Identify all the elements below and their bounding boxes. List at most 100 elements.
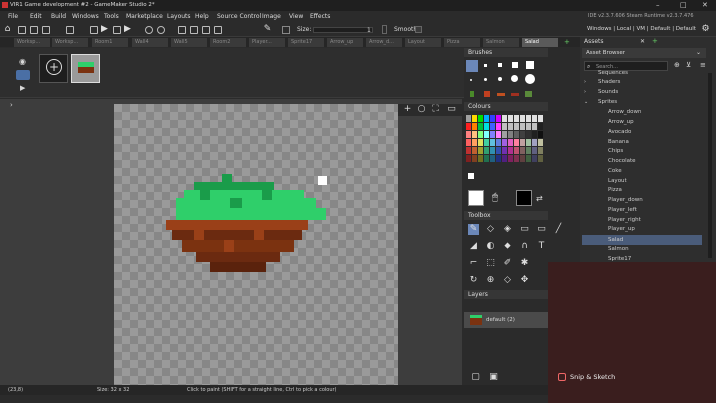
swap-colours-icon[interactable]: ⇄ <box>536 194 543 203</box>
gradient-tool-icon[interactable]: ◢ <box>468 241 479 252</box>
fill-tool-icon[interactable]: ◈ <box>502 224 513 235</box>
colour-palette[interactable] <box>466 115 578 175</box>
tab-workspace2[interactable]: Worksp... <box>52 38 88 47</box>
colour-swatch[interactable] <box>496 123 501 130</box>
tab-salad[interactable]: Salad <box>522 38 558 47</box>
colour-swatch[interactable] <box>466 155 471 162</box>
menu-source-control[interactable]: Source Control <box>217 13 261 20</box>
debug-icon[interactable]: ▶ <box>122 24 133 35</box>
zoom-actual-icon[interactable]: ○ <box>416 104 427 115</box>
colour-swatch[interactable] <box>520 147 525 154</box>
colour-swatch[interactable] <box>526 123 531 130</box>
smudge-tool-icon[interactable]: ◐ <box>485 241 496 252</box>
sprite-item[interactable]: Player_up <box>608 226 635 232</box>
colour-swatch[interactable] <box>526 139 531 146</box>
loop-icon[interactable] <box>16 70 30 80</box>
colour-swatch[interactable] <box>478 123 483 130</box>
menu-marketplace[interactable]: Marketplace <box>126 13 163 20</box>
colour-swatch[interactable] <box>508 147 513 154</box>
add-layer-folder-icon[interactable]: ▣ <box>488 372 499 383</box>
tab-salmon[interactable]: Salmon <box>483 38 519 47</box>
close-button[interactable]: ✕ <box>702 1 708 9</box>
colour-swatch[interactable] <box>466 131 471 138</box>
colour-swatch[interactable] <box>484 115 489 122</box>
tab-arrow-down[interactable]: Arrow_d... <box>366 38 402 47</box>
menu-view[interactable]: View <box>289 13 303 20</box>
primary-colour[interactable] <box>468 190 484 206</box>
assets-tab[interactable]: Assets <box>584 38 604 45</box>
colour-swatch[interactable] <box>520 115 525 122</box>
colour-swatch[interactable] <box>496 139 501 146</box>
colour-swatch[interactable] <box>472 115 477 122</box>
menu-help[interactable]: Help <box>195 13 209 20</box>
colour-swatch[interactable] <box>478 131 483 138</box>
colour-swatch[interactable] <box>514 147 519 154</box>
colour-swatch[interactable] <box>490 139 495 146</box>
colour-swatch[interactable] <box>478 147 483 154</box>
clean-icon[interactable] <box>90 26 98 34</box>
brush-custom-1[interactable] <box>470 91 474 97</box>
onion-skin-icon[interactable]: ◉ <box>19 57 26 66</box>
frame-thumbnail[interactable] <box>71 54 100 83</box>
colour-swatch[interactable] <box>538 123 543 130</box>
colour-swatch[interactable] <box>502 147 507 154</box>
stop-icon[interactable] <box>113 26 121 34</box>
colour-swatch[interactable] <box>484 155 489 162</box>
settings-icon[interactable]: ⚙ <box>700 24 711 35</box>
sprite-item[interactable]: Pizza <box>608 187 622 193</box>
colour-swatch[interactable] <box>466 147 471 154</box>
menu-build[interactable]: Build <box>51 13 66 20</box>
colour-swatch[interactable] <box>520 123 525 130</box>
zoom-in-canvas-icon[interactable]: + <box>402 104 413 115</box>
colour-swatch[interactable] <box>496 131 501 138</box>
sprite-item[interactable]: Arrow_up <box>608 119 634 125</box>
colour-swatch[interactable] <box>484 147 489 154</box>
snip-notification[interactable]: Snip & Sketch <box>548 262 716 403</box>
sprite-item[interactable]: Player_left <box>608 207 637 213</box>
menu-file[interactable]: File <box>8 13 18 20</box>
minimize-button[interactable]: – <box>656 1 660 9</box>
rect-select-icon[interactable]: ▭ <box>519 224 530 235</box>
colour-swatch[interactable] <box>520 139 525 146</box>
add-layer-icon[interactable]: ▢ <box>470 372 481 383</box>
assets-scrollbar[interactable] <box>708 73 712 258</box>
menu-windows[interactable]: Windows <box>72 13 99 20</box>
assets-add-tab-icon[interactable]: + <box>652 37 658 45</box>
sprite-item[interactable]: Banana <box>608 139 629 145</box>
brush-custom-3[interactable] <box>497 93 505 96</box>
colour-swatch[interactable] <box>526 155 531 162</box>
size-slider[interactable] <box>313 27 373 33</box>
pencil-icon[interactable]: ✎ <box>262 24 273 35</box>
zoom-fit-icon[interactable] <box>214 26 222 34</box>
colour-swatch[interactable] <box>502 123 507 130</box>
brush-round-5[interactable] <box>525 74 535 84</box>
sprite-item[interactable]: Player_right <box>608 217 641 223</box>
colour-swatch[interactable] <box>484 123 489 130</box>
brush-round-2[interactable] <box>484 78 487 81</box>
colour-swatch[interactable] <box>466 123 471 130</box>
colour-swatch[interactable] <box>484 131 489 138</box>
colour-swatch[interactable] <box>526 147 531 154</box>
brush-round-3[interactable] <box>498 77 502 81</box>
line-tool-icon[interactable]: ╱ <box>553 224 564 235</box>
colour-swatch[interactable] <box>472 131 477 138</box>
colour-swatch[interactable] <box>514 115 519 122</box>
colour-swatch[interactable] <box>478 155 483 162</box>
colour-swatch[interactable] <box>514 155 519 162</box>
tree-group-shaders[interactable]: Shaders <box>598 79 620 85</box>
sprite-item[interactable]: Arrow_down <box>608 109 642 115</box>
tab-player[interactable]: Player... <box>249 38 285 47</box>
colour-swatch[interactable] <box>502 155 507 162</box>
colour-swatch[interactable] <box>472 147 477 154</box>
target-icon[interactable] <box>145 26 153 34</box>
open-project-icon[interactable] <box>30 26 38 34</box>
sprite-item[interactable]: Coke <box>608 168 622 174</box>
colour-swatch[interactable] <box>496 115 501 122</box>
colour-swatch[interactable] <box>520 131 525 138</box>
maximize-button[interactable]: □ <box>680 1 687 9</box>
colour-swatch[interactable] <box>514 123 519 130</box>
wand-tool-icon[interactable]: ✱ <box>519 258 530 269</box>
colour-swatch[interactable] <box>538 147 543 154</box>
origin-tool-icon[interactable]: ⊕ <box>485 275 496 286</box>
colour-swatch[interactable] <box>502 115 507 122</box>
